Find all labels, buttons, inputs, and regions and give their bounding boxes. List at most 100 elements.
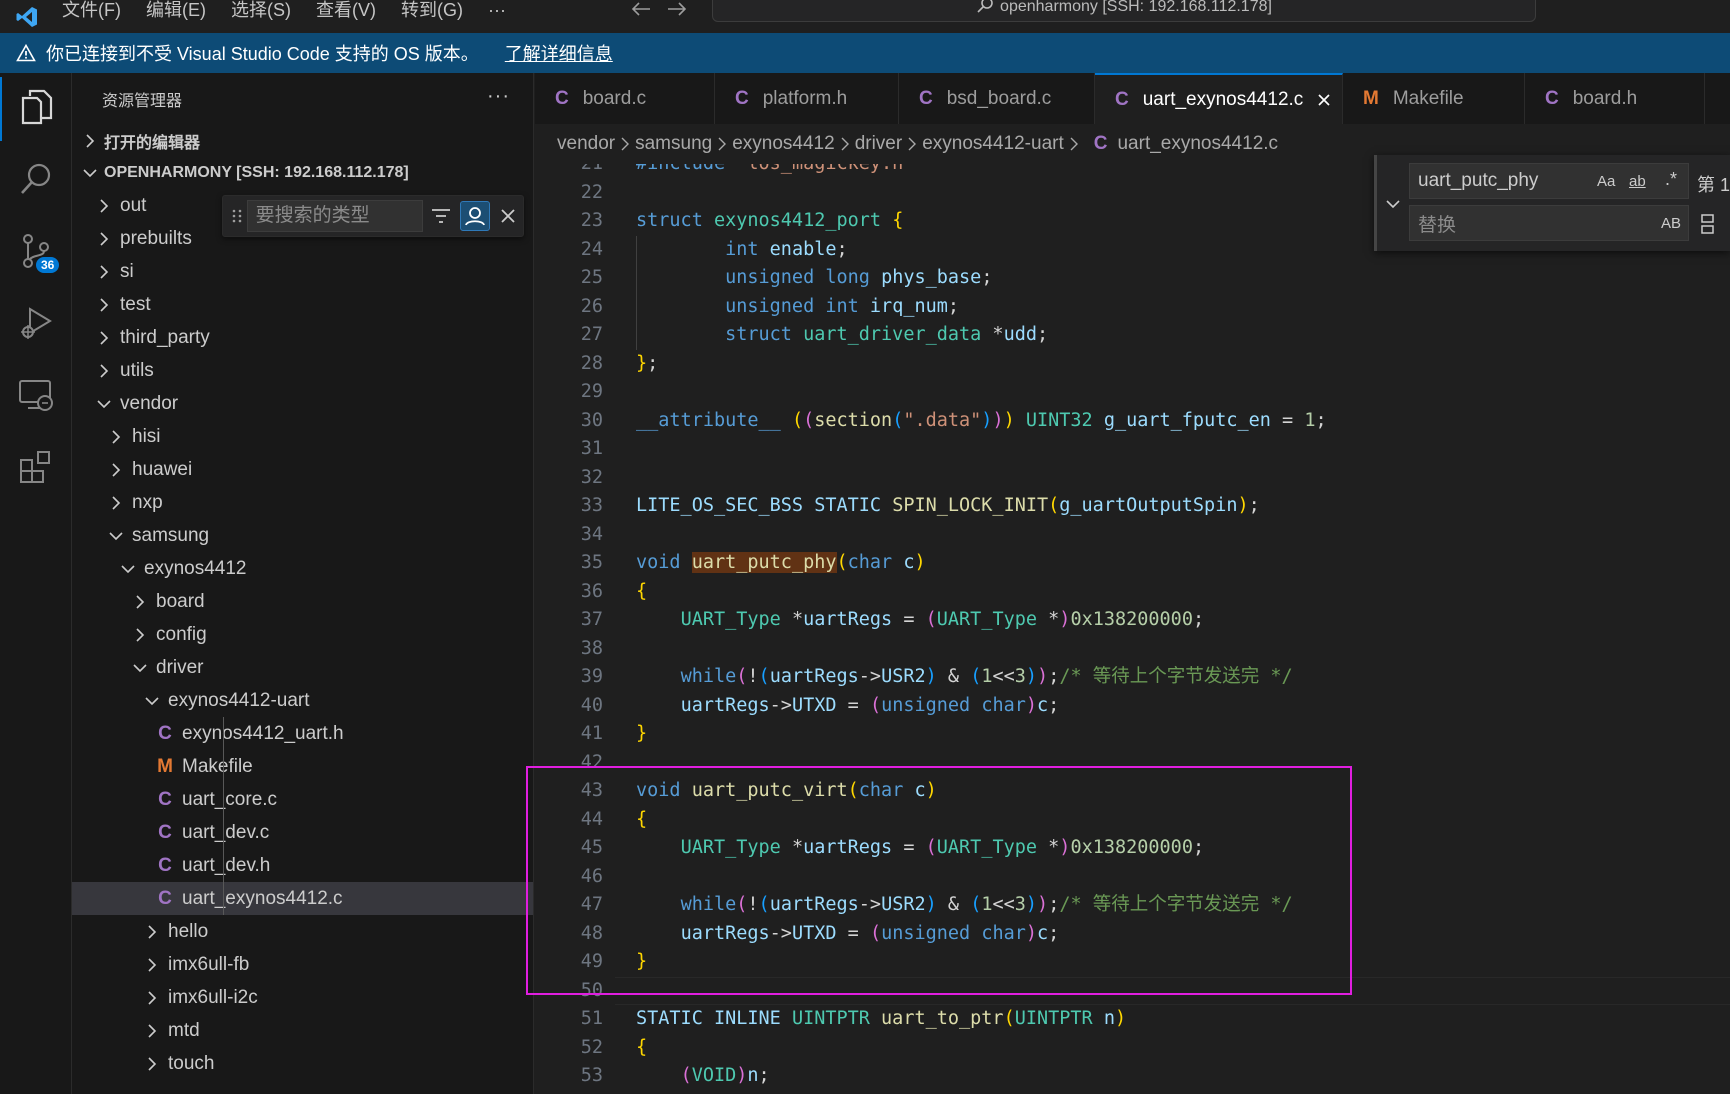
tree-folder[interactable]: mtd xyxy=(72,1014,533,1047)
editor-tab[interactable]: Cbsd_board.c xyxy=(899,73,1095,124)
code-line[interactable]: LITE_OS_SEC_BSS STATIC SPIN_LOCK_INIT(g_… xyxy=(636,492,1260,520)
tree-folder[interactable]: si xyxy=(72,255,533,288)
close-icon[interactable] xyxy=(494,201,523,231)
code-line[interactable]: UART_Type *uartRegs = (UART_Type *)0x138… xyxy=(636,834,1205,862)
tree-folder[interactable]: driver xyxy=(72,651,533,684)
explorer-more-button[interactable]: ··· xyxy=(487,85,510,108)
code-line[interactable]: { xyxy=(636,578,647,606)
code-line[interactable]: { xyxy=(636,1034,647,1062)
tree-item-label: samsung xyxy=(132,524,210,546)
code-line[interactable]: while(!(uartRegs->USR2) & (1<<3));/* 等待上… xyxy=(636,891,1293,919)
editor-tab[interactable]: Cboard.h xyxy=(1525,73,1705,124)
back-arrow-icon[interactable] xyxy=(630,1,652,22)
breadcrumb-item[interactable]: driver xyxy=(855,133,903,155)
tree-folder[interactable]: test xyxy=(72,288,533,321)
whole-word-toggle[interactable]: ab xyxy=(1629,173,1646,190)
code-line[interactable]: struct uart_driver_data *udd; xyxy=(636,321,1048,349)
editor-tab[interactable]: Cplatform.h xyxy=(715,73,899,124)
code-line[interactable]: uartRegs->UTXD = (unsigned char)c; xyxy=(636,920,1060,948)
code-line[interactable]: unsigned int irq_num; xyxy=(636,293,959,321)
tree-folder[interactable]: huawei xyxy=(72,453,533,486)
tree-folder[interactable]: samsung xyxy=(72,519,533,552)
extensions-activity[interactable] xyxy=(0,437,72,501)
forward-arrow-icon[interactable] xyxy=(666,1,688,22)
code-line[interactable]: (VOID)n; xyxy=(636,1062,770,1090)
code-line[interactable]: void uart_putc_virt(char c) xyxy=(636,777,937,805)
code-line[interactable]: UART_Type *uartRegs = (UART_Type *)0x138… xyxy=(636,606,1205,634)
source-control-activity[interactable]: 36 xyxy=(0,221,72,285)
open-editors-section[interactable]: 打开的编辑器 xyxy=(72,125,533,157)
tree-folder[interactable]: imx6ull-i2c xyxy=(72,981,533,1014)
command-center[interactable]: openharmony [SSH: 192.168.112.178] xyxy=(712,0,1536,22)
code-line[interactable]: STATIC INLINE UINTPTR uart_to_ptr(UINTPT… xyxy=(636,1005,1126,1033)
tree-file[interactable]: Cuart_dev.h xyxy=(72,849,533,882)
tree-folder[interactable]: vendor xyxy=(72,387,533,420)
close-tab-icon[interactable] xyxy=(1317,93,1331,107)
breadcrumb-item[interactable]: uart_exynos4412.c xyxy=(1117,133,1278,155)
tree-folder[interactable]: exynos4412-uart xyxy=(72,684,533,717)
tree-folder[interactable]: imx6ull-fb xyxy=(72,948,533,981)
chevron-right-icon xyxy=(132,594,148,609)
preserve-case-toggle[interactable]: AB xyxy=(1661,215,1681,232)
editor-tab[interactable]: M Makefile xyxy=(1343,73,1525,124)
replace-one-icon[interactable] xyxy=(1699,213,1717,240)
code-line[interactable]: }; xyxy=(636,350,658,378)
menu-go[interactable]: 转到(G) xyxy=(401,1,463,19)
menu-file[interactable]: 文件(F) xyxy=(62,1,121,19)
tree-file[interactable]: Cuart_exynos4412.c xyxy=(72,882,533,915)
breadcrumb-item[interactable]: exynos4412 xyxy=(732,133,834,155)
breadcrumb-item[interactable]: exynos4412-uart xyxy=(922,133,1064,155)
editor-tab[interactable]: Cboard.c xyxy=(535,73,715,124)
menu-selection[interactable]: 选择(S) xyxy=(231,1,291,19)
code-line[interactable]: struct exynos4412_port { xyxy=(636,207,903,235)
menu-more[interactable]: ··· xyxy=(488,1,506,19)
tree-folder[interactable]: hisi xyxy=(72,420,533,453)
editor-tab[interactable]: Cuart_exynos4412.c xyxy=(1095,73,1343,124)
code-line[interactable]: } xyxy=(636,948,647,976)
breadcrumb-item[interactable]: samsung xyxy=(635,133,712,155)
tree-folder[interactable]: exynos4412 xyxy=(72,552,533,585)
code-line[interactable]: while(!(uartRegs->USR2) & (1<<3));/* 等待上… xyxy=(636,663,1293,691)
breadcrumb-item[interactable]: vendor xyxy=(557,133,615,155)
search-activity[interactable] xyxy=(0,149,72,213)
code-line[interactable]: __attribute__ ((section(".data"))) UINT3… xyxy=(636,407,1327,435)
tree-file[interactable]: Cuart_dev.c xyxy=(72,816,533,849)
run-debug-activity[interactable] xyxy=(0,293,72,357)
code-line[interactable]: unsigned long phys_base; xyxy=(636,264,992,292)
tree-folder[interactable]: config xyxy=(72,618,533,651)
replace-input[interactable]: 替换 xyxy=(1409,205,1689,241)
tree-folder[interactable]: hello xyxy=(72,915,533,948)
chevron-down-icon[interactable] xyxy=(1385,197,1401,215)
tree-filter-input[interactable] xyxy=(246,200,423,232)
tree-file[interactable]: M Makefile xyxy=(72,750,533,783)
regex-toggle[interactable]: .* xyxy=(1665,169,1677,190)
tree-folder[interactable]: touch xyxy=(72,1047,533,1080)
tree-folder[interactable]: board xyxy=(72,585,533,618)
code-line[interactable]: void uart_putc_phy(char c) xyxy=(636,549,926,577)
find-input[interactable]: uart_putc_phy xyxy=(1409,163,1689,199)
drag-grip-icon[interactable] xyxy=(227,208,247,224)
warning-icon xyxy=(16,44,36,62)
workspace-section[interactable]: OPENHARMONY [SSH: 192.168.112.178] xyxy=(72,157,533,189)
code-line[interactable]: int enable; xyxy=(636,236,848,264)
code-line[interactable]: } xyxy=(636,720,647,748)
remote-explorer-activity[interactable] xyxy=(0,365,72,429)
menu-view[interactable]: 查看(V) xyxy=(316,1,376,19)
tree-file[interactable]: Cuart_core.c xyxy=(72,783,533,816)
explorer-activity[interactable] xyxy=(0,77,72,141)
code-line[interactable]: { xyxy=(636,806,647,834)
code-view[interactable]: 21 #include "los_magickey.h" 22 23 struct ex… xyxy=(535,164,1730,1094)
code-line[interactable]: #include "los_magickey.h" xyxy=(636,164,914,178)
tree-item-label: exynos4412-uart xyxy=(168,689,310,711)
tree-folder[interactable]: nxp xyxy=(72,486,533,519)
tree-file[interactable]: Cexynos4412_uart.h xyxy=(72,717,533,750)
tree-folder[interactable]: utils xyxy=(72,354,533,387)
code-line[interactable]: uartRegs->UTXD = (unsigned char)c; xyxy=(636,692,1060,720)
fuzzy-match-toggle-icon[interactable] xyxy=(460,201,490,231)
learn-more-link[interactable]: 了解详细信息 xyxy=(505,40,613,66)
filter-icon[interactable] xyxy=(427,201,456,231)
tree-folder[interactable]: third_party xyxy=(72,321,533,354)
chevron-right-icon xyxy=(108,495,124,510)
match-case-toggle[interactable]: Aa xyxy=(1597,173,1615,190)
menu-edit[interactable]: 编辑(E) xyxy=(146,1,206,19)
